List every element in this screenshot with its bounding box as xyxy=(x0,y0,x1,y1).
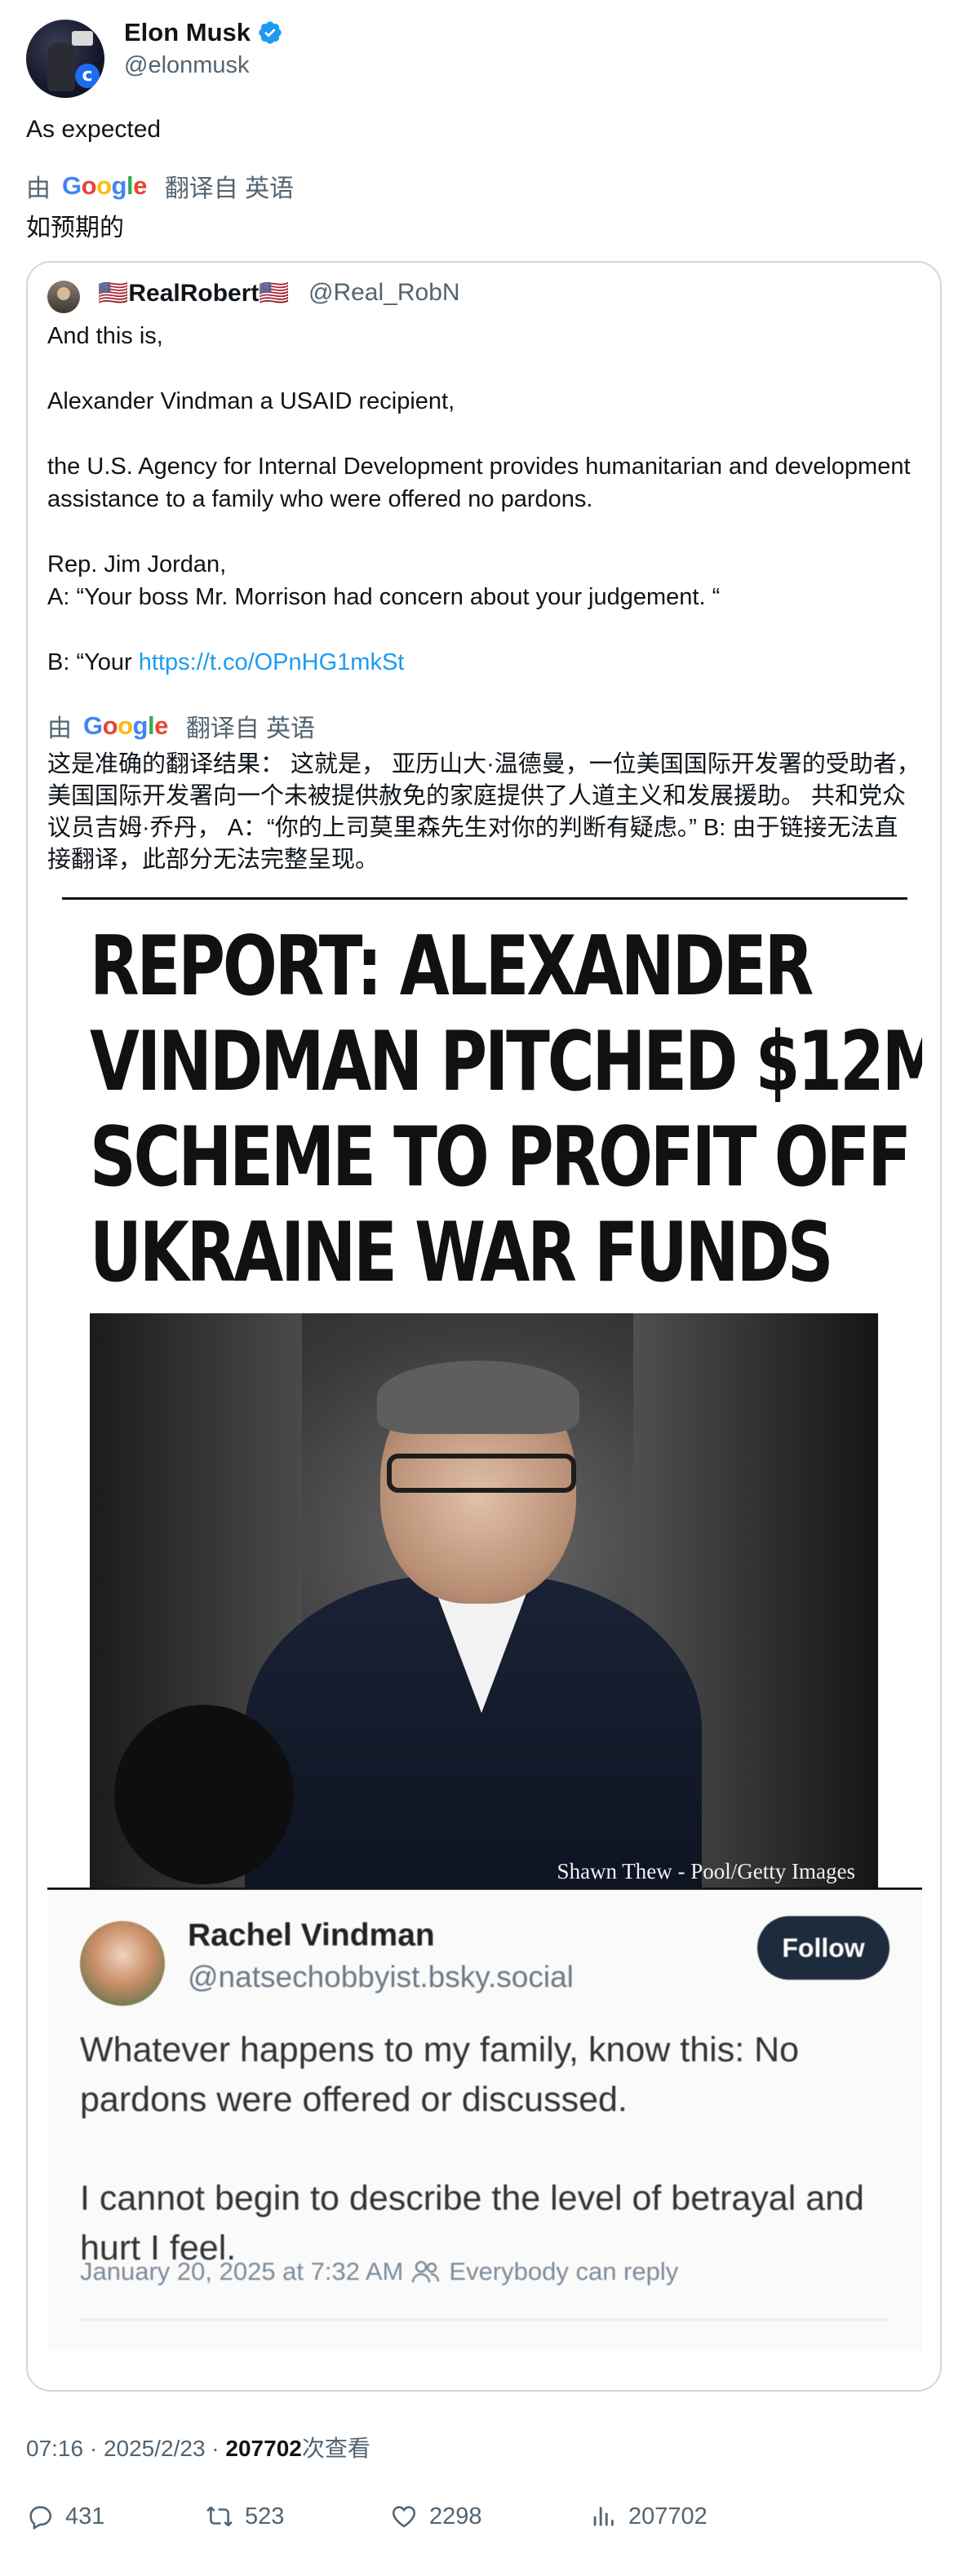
heart-icon xyxy=(392,2506,416,2528)
tweet-time[interactable]: 07:16 · 2025/2/23 · xyxy=(26,2436,225,2461)
embedded-post-reply-setting: Everybody can reply xyxy=(449,2257,679,2286)
translated-from-label: 翻译自 英语 xyxy=(164,175,295,202)
author-handle[interactable]: @elonmusk xyxy=(124,52,250,79)
photo-glasses xyxy=(387,1454,576,1493)
quote-line: the U.S. Agency for Internal Development… xyxy=(47,454,911,512)
image-top-rule xyxy=(62,897,907,900)
embedded-post-avatar xyxy=(80,1921,165,2006)
analytics-icon xyxy=(593,2507,614,2526)
reply-count: 431 xyxy=(65,2503,105,2530)
translated-by-label: 由 xyxy=(47,715,72,742)
like-button[interactable]: 2298 xyxy=(390,2503,589,2530)
views-button[interactable]: 207702 xyxy=(589,2503,834,2530)
photo-credit: Shawn Thew - Pool/Getty Images xyxy=(557,1859,855,1883)
repost-icon xyxy=(206,2506,233,2527)
embedded-post-paragraph: Whatever happens to my family, know this… xyxy=(80,2030,800,2119)
photo-camera xyxy=(114,1705,294,1884)
author-avatar[interactable]: c xyxy=(26,20,104,98)
translation-attribution[interactable]: 由 Google 翻译自 英语 xyxy=(26,168,294,204)
translated-by-label: 由 xyxy=(26,175,51,202)
quote-line-with-link: B: “Your https://t.co/OPnHG1mkSt xyxy=(47,646,921,679)
headline-line: UKRAINE WAR FUNDS xyxy=(90,1204,833,1300)
quoted-author-name[interactable]: 🇺🇸RealRobert🇺🇸 xyxy=(98,279,290,308)
embedded-post-screenshot: Rachel Vindman @natsechobbyist.bsky.soci… xyxy=(47,1890,922,2351)
tweet-translation-text: 如预期的 xyxy=(26,215,124,241)
verified-badge-icon xyxy=(259,21,282,44)
tweet-view-count: 207702 xyxy=(225,2436,302,2461)
tweet-timestamp[interactable]: 07:16 · 2025/2/23 · 207702次查看 xyxy=(26,2431,370,2463)
headline-line: SCHEME TO PROFIT OFF xyxy=(90,1109,912,1205)
avatar-figure xyxy=(47,42,75,91)
google-logo: Google xyxy=(62,171,147,200)
quote-line: Alexander Vindman a USAID recipient, xyxy=(47,388,455,414)
reply-icon xyxy=(29,2506,52,2530)
quote-line: And this is, xyxy=(47,323,163,349)
author-name[interactable]: Elon Musk xyxy=(124,18,251,47)
quoted-author-handle[interactable]: @Real_RobN xyxy=(308,279,460,307)
quoted-tweet-text: And this is, Alexander Vindman a USAID r… xyxy=(47,320,921,679)
embedded-follow-button: Follow xyxy=(757,1916,889,1980)
translated-from-label: 翻译自 英语 xyxy=(185,715,316,742)
embedded-post-divider xyxy=(80,2319,889,2321)
embedded-post-timestamp: January 20, 2025 at 7:32 AM xyxy=(80,2257,404,2286)
quote-translation-text: 这是准确的翻译结果： 这就是， 亚历山大·温德曼，一位美国国际开发署的受助者， … xyxy=(47,751,921,873)
quoted-author-avatar[interactable] xyxy=(47,281,80,313)
quote-line: B: “Your xyxy=(47,649,139,675)
embedded-post-handle: @natsechobbyist.bsky.social xyxy=(188,1960,574,1994)
people-icon xyxy=(412,2260,440,2283)
embedded-post-meta: January 20, 2025 at 7:32 AM Everybody ca… xyxy=(80,2257,678,2286)
quote-link[interactable]: https://t.co/OPnHG1mkSt xyxy=(139,649,405,675)
embedded-post-name: Rachel Vindman xyxy=(188,1918,435,1953)
avatar-sign xyxy=(72,31,93,46)
quote-translation-attribution[interactable]: 由 Google 翻译自 英语 xyxy=(47,708,315,744)
headline-line: VINDMAN PITCHED $12M xyxy=(90,1013,922,1109)
quote-media-image[interactable]: REPORT: ALEXANDER VINDMAN PITCHED $12M S… xyxy=(47,897,922,2351)
views-count: 207702 xyxy=(628,2503,708,2530)
like-count: 2298 xyxy=(429,2503,482,2530)
headline-line: REPORT: ALEXANDER xyxy=(90,918,814,1014)
tweet-views-label: 次查看 xyxy=(301,2436,370,2461)
repost-count: 523 xyxy=(245,2503,285,2530)
google-logo: Google xyxy=(83,711,168,740)
quote-line: Rep. Jim Jordan, xyxy=(47,551,227,578)
article-photo: Shawn Thew - Pool/Getty Images xyxy=(90,1313,878,1888)
article-headline: REPORT: ALEXANDER VINDMAN PITCHED $12M S… xyxy=(90,918,922,1300)
article-graphic: REPORT: ALEXANDER VINDMAN PITCHED $12M S… xyxy=(47,897,922,1888)
repost-button[interactable]: 523 xyxy=(206,2503,390,2530)
reply-button[interactable]: 431 xyxy=(26,2503,206,2530)
avatar-badge: c xyxy=(75,64,100,88)
quote-line: A: “Your boss Mr. Morrison had concern a… xyxy=(47,584,721,610)
tweet-text: As expected xyxy=(26,116,162,143)
author-name-row[interactable]: Elon Musk xyxy=(124,18,283,47)
tweet-action-bar: 431 523 2298 207702 xyxy=(26,2503,948,2530)
